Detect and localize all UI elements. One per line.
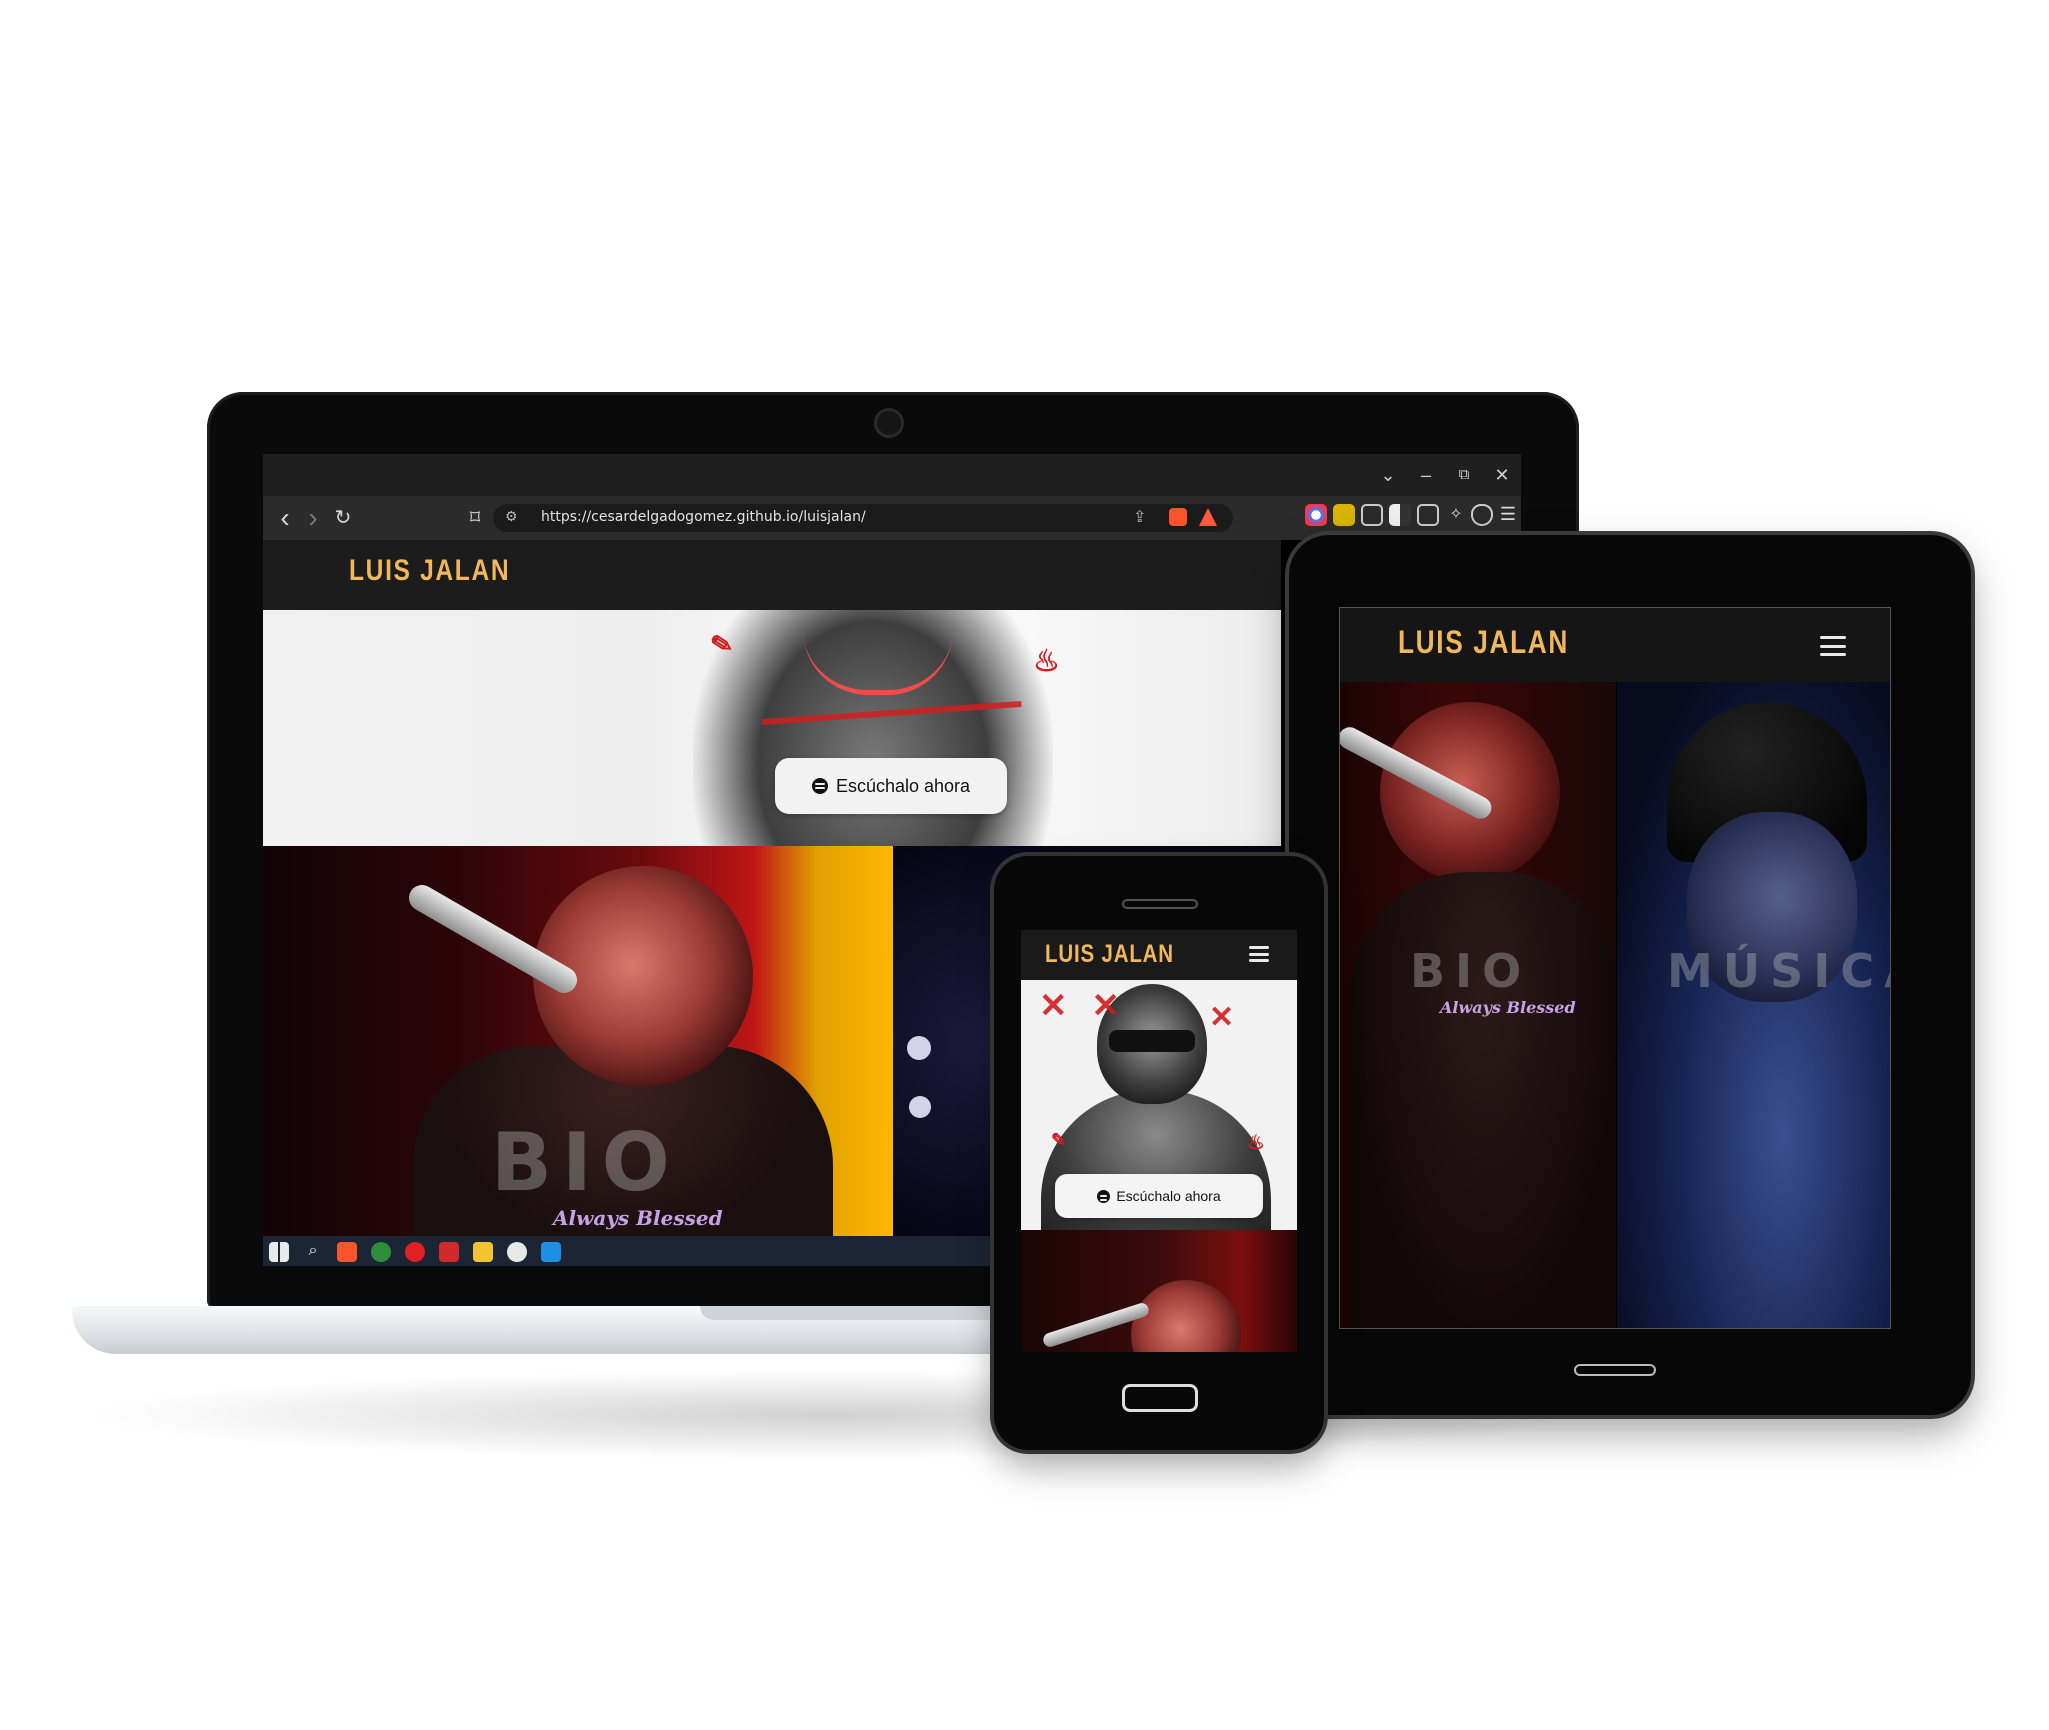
brave-rewards-icon[interactable] — [1199, 508, 1217, 526]
vpn-shield-icon[interactable] — [1471, 504, 1493, 526]
tablet-site-header: LUIS JALAN — [1340, 608, 1890, 682]
tablet-bio-card[interactable]: BIO Always Blessed — [1340, 682, 1616, 1328]
hero-banner: ✎ ♨ Escúchalo ahora — [263, 610, 1281, 846]
brave-app-icon[interactable] — [337, 1242, 357, 1262]
site-logo[interactable]: LUIS JALAN — [349, 554, 510, 588]
bio-section-title: BIO — [491, 1116, 680, 1209]
tablet-screen: LUIS JALAN BIO Always Blessed MÚSICA — [1339, 607, 1891, 1329]
artist-body-shape — [1350, 872, 1616, 1328]
minimize-button[interactable]: – — [1409, 460, 1443, 490]
spotify-icon — [811, 778, 828, 794]
reload-icon[interactable]: ↻ — [329, 504, 357, 532]
phone-speaker — [1122, 899, 1198, 909]
forward-icon[interactable]: › — [299, 504, 327, 532]
url-text[interactable]: https://cesardelgadogomez.github.io/luis… — [541, 509, 866, 525]
close-button[interactable]: ✕ — [1485, 460, 1519, 490]
color-picker-extension-icon[interactable] — [1305, 504, 1327, 526]
address-bar[interactable]: ⚙ https://cesardelgadogomez.github.io/lu… — [493, 504, 1233, 532]
sunglasses-graphic — [1109, 1030, 1195, 1052]
file-explorer-icon[interactable] — [473, 1242, 493, 1262]
sidebar-icon[interactable] — [1389, 504, 1411, 526]
phone-site-header: LUIS JALAN — [1021, 930, 1297, 980]
stage-light — [907, 1036, 931, 1060]
start-menu-icon[interactable] — [269, 1242, 289, 1262]
browser-toolbar: ‹ › ↻ ⌑ ⚙ https://cesardelgadogomez.gith… — [263, 496, 1521, 540]
app-icon[interactable] — [507, 1242, 527, 1262]
listen-now-button[interactable]: Escúchalo ahora — [775, 758, 1007, 814]
bookmark-icon[interactable]: ⌑ — [461, 504, 489, 532]
phone-bio-card[interactable] — [1021, 1230, 1297, 1352]
tablet-music-title: MÚSICA — [1667, 944, 1890, 998]
browser-menu-icon[interactable]: ☰ — [1497, 504, 1519, 526]
back-icon[interactable]: ‹ — [271, 504, 299, 532]
phone-hero-banner: ✕ ✕ ✕ ✎ ♨ Escúchalo ahora — [1021, 980, 1297, 1230]
window-titlebar: ⌄ – ⧉ ✕ — [263, 454, 1521, 496]
tablet-site-logo[interactable]: LUIS JALAN — [1398, 624, 1569, 661]
graffiti-left: ✎ — [1051, 1130, 1067, 1151]
artist-performing-photo — [1131, 1280, 1241, 1352]
search-icon[interactable]: ⌕ — [303, 1242, 323, 1262]
extensions-puzzle-icon[interactable] — [1361, 504, 1383, 526]
spotify-icon — [1097, 1189, 1111, 1203]
graffiti-lettering: ✕ — [1209, 1000, 1235, 1035]
graffiti-right: ♨ — [1033, 644, 1060, 679]
graffiti-right: ♨ — [1247, 1130, 1265, 1154]
bio-caption: Always Blessed — [553, 1206, 723, 1230]
stage-light — [909, 1096, 931, 1118]
tablet-bio-caption: Always Blessed — [1440, 998, 1576, 1017]
phone-listen-now-button[interactable]: Escúchalo ahora — [1055, 1174, 1263, 1218]
app-icon[interactable] — [371, 1242, 391, 1262]
listen-now-label: Escúchalo ahora — [835, 775, 971, 796]
phone-listen-now-label: Escúchalo ahora — [1116, 1188, 1221, 1204]
graffiti-lettering: ✕ ✕ — [1039, 986, 1126, 1026]
wallet-icon[interactable] — [1417, 504, 1439, 526]
phone-site-logo[interactable]: LUIS JALAN — [1045, 940, 1174, 969]
vscode-app-icon[interactable] — [541, 1242, 561, 1262]
tab-list-dropdown-icon[interactable]: ⌄ — [1371, 460, 1405, 490]
share-icon[interactable]: ⇪ — [1133, 507, 1146, 527]
brave-shields-icon[interactable] — [1169, 508, 1187, 526]
pdf-app-icon[interactable] — [439, 1242, 459, 1262]
laptop-camera — [874, 408, 904, 438]
tablet-bio-title: BIO — [1410, 944, 1532, 998]
restore-button[interactable]: ⧉ — [1447, 460, 1481, 490]
ai-assistant-icon[interactable]: ✧ — [1445, 504, 1467, 526]
bio-section-card[interactable]: BIO Always Blessed — [263, 846, 893, 1236]
tablet-music-card[interactable]: MÚSICA — [1617, 682, 1890, 1328]
site-info-icon[interactable]: ⚙ — [505, 508, 518, 525]
opera-app-icon[interactable] — [405, 1242, 425, 1262]
phone-screen: LUIS JALAN ✕ ✕ ✕ ✎ ♨ Escúchalo ahora — [1021, 930, 1297, 1352]
phone-home-button — [1122, 1384, 1198, 1412]
extension-icon[interactable] — [1333, 504, 1355, 526]
hamburger-menu-icon[interactable] — [1820, 636, 1846, 656]
site-header: LUIS JALAN — [263, 540, 1281, 610]
tablet-home-button — [1574, 1364, 1656, 1376]
hamburger-menu-icon[interactable] — [1249, 946, 1269, 962]
